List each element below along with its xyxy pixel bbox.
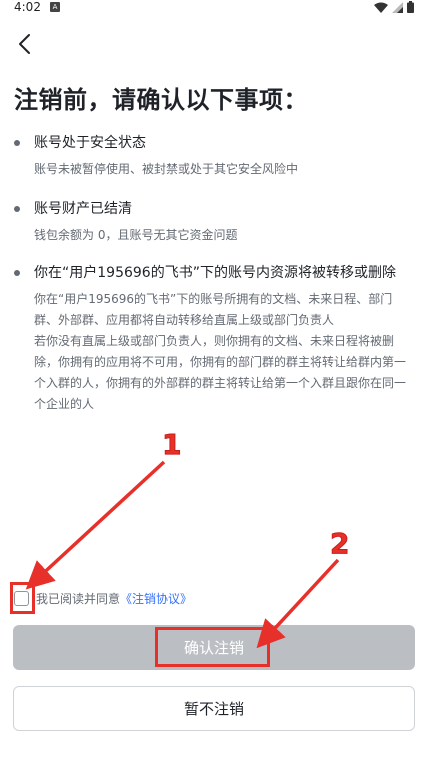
agreement-link[interactable]: 《注销协议》 [120, 590, 192, 607]
keep-account-button[interactable]: 暂不注销 [13, 686, 415, 731]
page-title: 注销前，请确认以下事项： [14, 86, 308, 114]
notice-item-title: 账号财产已结清 [34, 201, 132, 217]
signal-icon [392, 1, 403, 13]
status-time: 4:02 [14, 0, 41, 14]
bullet-icon [14, 206, 20, 212]
notice-item-desc: 你在“用户195696的飞书”下的账号所拥有的文档、未来日程、部门群、外部群、应… [34, 289, 410, 415]
notice-item-desc-line: 账号未被暂停使用、被封禁或处于其它安全风险中 [34, 162, 299, 176]
notification-icon: A [50, 2, 60, 12]
annotation-number-1: 1 [161, 428, 182, 462]
agreement-text: 我已阅读并同意 [36, 591, 121, 606]
wifi-icon [374, 2, 388, 13]
annotation-box-checkbox [10, 582, 35, 614]
back-arrow-icon [19, 34, 30, 54]
agreement-row: 我已阅读并同意 《注销协议》 [14, 588, 192, 608]
battery-icon [407, 1, 414, 13]
notice-item-desc-line: 你在“用户195696的飞书”下的账号所拥有的文档、未来日程、部门群、外部群、应… [34, 292, 393, 327]
bullet-icon [14, 270, 20, 276]
annotation-box-confirm [155, 627, 270, 667]
notice-item-desc-line: 若你没有直属上级或部门负责人，则你拥有的文档、未来日程将被删除，你拥有的应用将不… [34, 334, 407, 411]
bullet-icon [14, 140, 20, 146]
annotation-number-2: 2 [329, 527, 350, 561]
status-icons [374, 1, 414, 13]
notice-item-desc: 账号未被暂停使用、被封禁或处于其它安全风险中 [34, 159, 410, 180]
notice-item-desc: 钱包余额为 0，且账号无其它资金问题 [34, 225, 410, 246]
notice-item-desc-line: 钱包余额为 0，且账号无其它资金问题 [34, 228, 238, 242]
notice-item-title: 你在“用户195696的飞书”下的账号内资源将被转移或删除 [34, 265, 396, 281]
notice-item-title: 账号处于安全状态 [34, 135, 146, 151]
annotation-arrow-1 [25, 460, 166, 590]
back-button[interactable] [10, 30, 38, 58]
status-bar: 4:02 A [0, 0, 424, 16]
